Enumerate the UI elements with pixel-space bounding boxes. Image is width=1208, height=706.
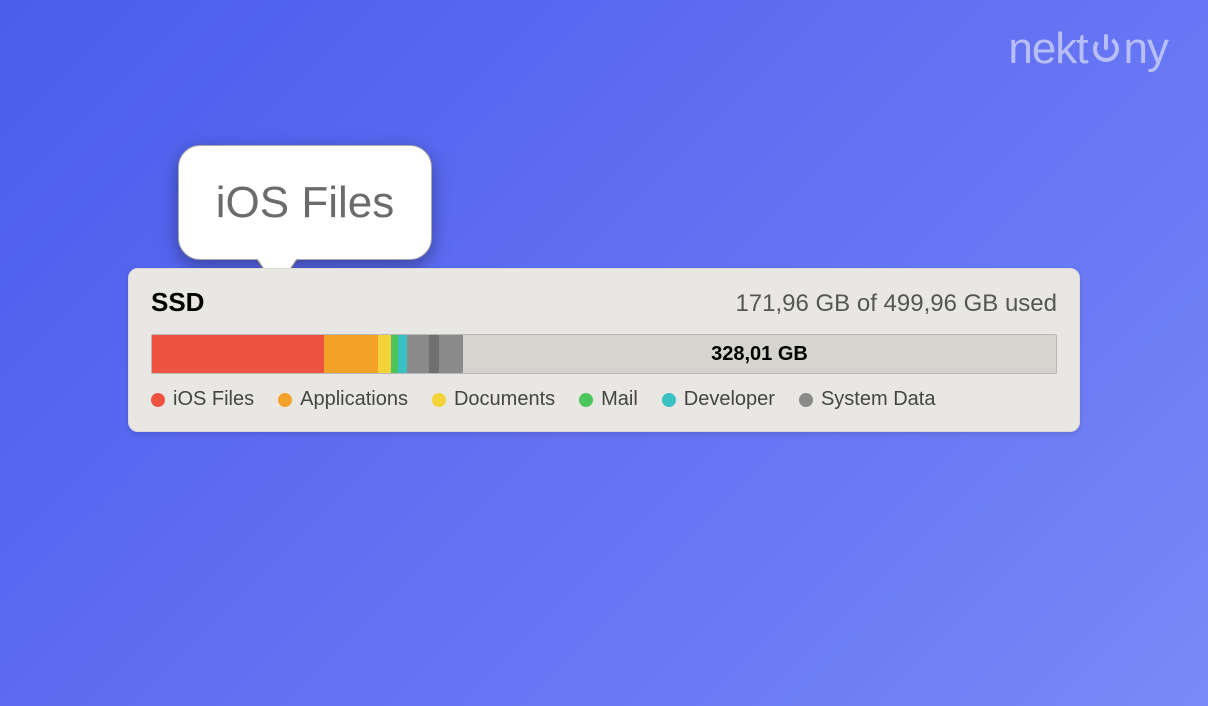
legend-label: System Data [821, 388, 935, 411]
bar-segment[interactable] [429, 335, 440, 373]
brand-logo: nekt ny [1008, 24, 1168, 74]
legend-label: Applications [300, 388, 408, 411]
usage-summary: 171,96 GB of 499,96 GB used [735, 290, 1057, 318]
hover-tooltip: iOS Files [178, 145, 432, 260]
tooltip-label: iOS Files [216, 178, 394, 228]
storage-bar[interactable]: 328,01 GB [151, 334, 1057, 374]
legend-swatch [151, 393, 165, 407]
legend-item[interactable]: Mail [579, 388, 638, 411]
legend-swatch [432, 393, 446, 407]
bar-segment[interactable] [439, 335, 463, 373]
legend-item[interactable]: iOS Files [151, 388, 254, 411]
storage-legend: iOS Files Applications Documents Mail Develo… [151, 388, 1057, 411]
brand-text-1: nekt [1008, 24, 1087, 74]
legend-swatch [799, 393, 813, 407]
bar-segment[interactable] [378, 335, 391, 373]
bar-segment[interactable] [398, 335, 407, 373]
free-space-label: 328,01 GB [463, 335, 1056, 373]
legend-item[interactable]: Documents [432, 388, 555, 411]
legend-label: iOS Files [173, 388, 254, 411]
bar-segment[interactable] [407, 335, 429, 373]
legend-label: Developer [684, 388, 775, 411]
bar-segment[interactable] [152, 335, 324, 373]
drive-name: SSD [151, 287, 204, 318]
legend-label: Documents [454, 388, 555, 411]
legend-swatch [662, 393, 676, 407]
storage-header: SSD 171,96 GB of 499,96 GB used [151, 287, 1057, 318]
legend-item[interactable]: Applications [278, 388, 408, 411]
storage-panel: SSD 171,96 GB of 499,96 GB used 328,01 G… [128, 268, 1080, 432]
legend-swatch [579, 393, 593, 407]
brand-text-2: ny [1124, 24, 1168, 74]
legend-label: Mail [601, 388, 638, 411]
legend-swatch [278, 393, 292, 407]
legend-item[interactable]: System Data [799, 388, 935, 411]
legend-item[interactable]: Developer [662, 388, 775, 411]
bar-segment[interactable] [324, 335, 378, 373]
bar-segment[interactable] [391, 335, 398, 373]
power-icon [1090, 27, 1122, 71]
